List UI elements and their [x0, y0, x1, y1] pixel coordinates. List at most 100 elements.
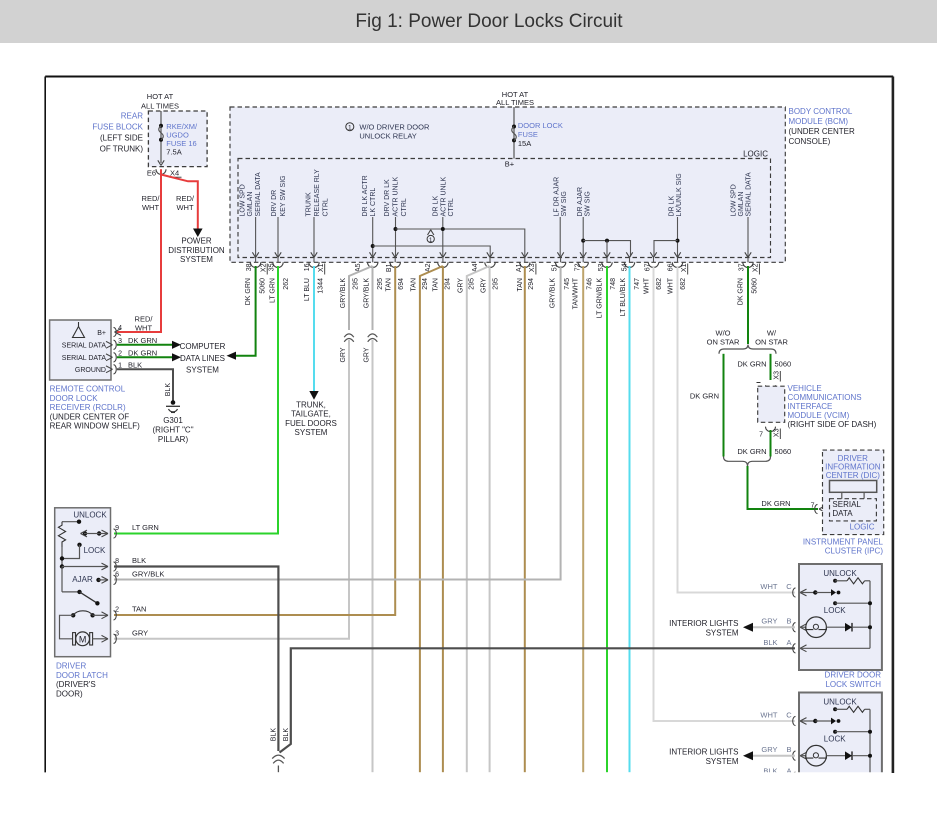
- svg-text:LT GRN: LT GRN: [132, 523, 159, 532]
- svg-text:DR LK: DR LK: [669, 196, 676, 217]
- svg-text:UNLOCK RELAY: UNLOCK RELAY: [359, 132, 416, 141]
- svg-text:FUEL DOORS: FUEL DOORS: [285, 419, 337, 428]
- svg-text:SYSTEM: SYSTEM: [186, 366, 219, 375]
- svg-text:LOCK: LOCK: [824, 606, 846, 615]
- svg-text:SERIAL DATA: SERIAL DATA: [62, 355, 107, 362]
- svg-text:DRIVER DOOR: DRIVER DOOR: [825, 671, 882, 680]
- svg-text:RED/: RED/: [176, 194, 195, 203]
- svg-text:LT GRN/BLK: LT GRN/BLK: [597, 278, 604, 319]
- svg-text:WHT: WHT: [644, 277, 651, 294]
- svg-text:B1: B1: [386, 263, 393, 272]
- svg-text:GRY: GRY: [481, 278, 488, 293]
- svg-text:2: 2: [118, 350, 122, 357]
- svg-text:(LEFT SIDE: (LEFT SIDE: [100, 134, 143, 143]
- svg-text:VEHICLE: VEHICLE: [788, 384, 822, 393]
- svg-text:GRY/BLK: GRY/BLK: [363, 278, 370, 309]
- svg-text:5060: 5060: [751, 278, 758, 294]
- svg-text:SYSTEM: SYSTEM: [295, 428, 328, 437]
- svg-text:M: M: [79, 634, 87, 644]
- svg-text:RED/: RED/: [142, 194, 161, 203]
- svg-text:RECEIVER (RCDLR): RECEIVER (RCDLR): [50, 403, 126, 412]
- svg-text:16: 16: [304, 263, 311, 271]
- svg-text:5060: 5060: [259, 278, 266, 294]
- svg-text:FUSE BLOCK: FUSE BLOCK: [92, 122, 143, 131]
- svg-text:DR LK ACTR: DR LK ACTR: [362, 175, 369, 216]
- svg-text:TRUNK,: TRUNK,: [296, 400, 326, 409]
- svg-text:7: 7: [811, 502, 815, 509]
- svg-text:LF DR AJAR: LF DR AJAR: [554, 177, 561, 217]
- svg-text:OF TRUNK): OF TRUNK): [100, 145, 144, 154]
- svg-text:E6: E6: [147, 168, 156, 177]
- svg-text:DK GRN: DK GRN: [738, 278, 745, 305]
- svg-text:LOCK: LOCK: [84, 546, 106, 555]
- svg-text:DK GRN: DK GRN: [690, 391, 719, 400]
- svg-text:SERIAL DATA: SERIAL DATA: [62, 343, 107, 350]
- svg-text:X3: X3: [529, 263, 536, 272]
- svg-text:DR AJAR: DR AJAR: [577, 187, 584, 217]
- svg-text:ACTR UNLK: ACTR UNLK: [393, 176, 400, 216]
- svg-text:294: 294: [422, 278, 429, 290]
- svg-text:TAN: TAN: [517, 278, 524, 291]
- svg-text:INTERIOR LIGHTS: INTERIOR LIGHTS: [669, 748, 738, 757]
- svg-text:DRV DR LK: DRV DR LK: [384, 179, 391, 217]
- svg-text:INSTRUMENT PANEL: INSTRUMENT PANEL: [803, 537, 884, 546]
- svg-text:TAN: TAN: [410, 278, 417, 291]
- svg-text:MODULE (BCM): MODULE (BCM): [789, 117, 849, 126]
- svg-text:WHT: WHT: [760, 711, 777, 720]
- svg-text:295: 295: [493, 278, 500, 290]
- svg-text:TRUNK: TRUNK: [305, 192, 312, 216]
- svg-text:WHT: WHT: [667, 277, 674, 294]
- svg-text:TAN: TAN: [132, 605, 146, 614]
- svg-text:SYSTEM: SYSTEM: [706, 628, 739, 637]
- svg-text:7: 7: [759, 432, 763, 439]
- svg-text:DOOR): DOOR): [56, 689, 83, 698]
- svg-text:GRY/BLK: GRY/BLK: [550, 278, 557, 309]
- svg-text:CENTER (DIC): CENTER (DIC): [826, 471, 881, 480]
- svg-text:35: 35: [269, 263, 276, 271]
- svg-text:TAN: TAN: [386, 278, 393, 291]
- svg-text:GRY: GRY: [363, 347, 370, 362]
- svg-text:746: 746: [586, 278, 593, 290]
- svg-text:WHT: WHT: [142, 203, 159, 212]
- svg-text:GMLAN: GMLAN: [738, 192, 745, 217]
- svg-text:WHT: WHT: [760, 582, 777, 591]
- svg-text:(RIGHT SIDE OF DASH): (RIGHT SIDE OF DASH): [788, 420, 877, 429]
- svg-text:UNLOCK: UNLOCK: [73, 511, 107, 520]
- svg-text:DR LK: DR LK: [433, 196, 440, 217]
- svg-text:TAN/WHT: TAN/WHT: [572, 277, 579, 309]
- svg-text:SERIAL DATA: SERIAL DATA: [255, 172, 262, 217]
- svg-text:DK GRN: DK GRN: [761, 499, 790, 508]
- svg-text:X4: X4: [170, 168, 179, 177]
- svg-text:ALL TIMES: ALL TIMES: [141, 102, 179, 111]
- svg-text:C: C: [786, 582, 792, 591]
- svg-text:BODY CONTROL: BODY CONTROL: [789, 107, 853, 116]
- svg-text:REAR WINDOW SHELF): REAR WINDOW SHELF): [50, 422, 141, 431]
- svg-text:682: 682: [656, 278, 663, 290]
- svg-text:W/O DRIVER DOOR: W/O DRIVER DOOR: [359, 122, 430, 131]
- svg-text:53: 53: [598, 263, 605, 271]
- svg-text:2: 2: [115, 607, 119, 614]
- svg-text:LT GRN: LT GRN: [270, 278, 277, 303]
- svg-text:(UNDER CENTER: (UNDER CENTER: [789, 127, 855, 136]
- svg-text:DOOR LOCK: DOOR LOCK: [50, 394, 99, 403]
- svg-text:72: 72: [574, 263, 581, 271]
- svg-text:67: 67: [644, 263, 651, 271]
- svg-text:KEY SW SIG: KEY SW SIG: [280, 175, 287, 216]
- svg-text:LOCK: LOCK: [824, 734, 846, 743]
- svg-text:PILLAR): PILLAR): [158, 435, 189, 444]
- svg-text:COMPUTER: COMPUTER: [180, 342, 226, 351]
- svg-text:B+: B+: [97, 330, 106, 337]
- svg-text:A: A: [786, 638, 791, 647]
- svg-text:SW SIG: SW SIG: [561, 191, 568, 216]
- svg-text:REAR: REAR: [121, 111, 143, 120]
- svg-text:1: 1: [348, 125, 352, 132]
- svg-text:X2: X2: [260, 263, 267, 272]
- svg-text:66: 66: [668, 263, 675, 271]
- svg-text:LT BLU: LT BLU: [304, 278, 311, 301]
- svg-text:ON STAR: ON STAR: [755, 337, 788, 346]
- svg-text:15A: 15A: [518, 139, 531, 148]
- svg-text:745: 745: [564, 278, 571, 290]
- svg-text:694: 694: [398, 278, 405, 290]
- svg-text:RELEASE RLY: RELEASE RLY: [314, 169, 321, 217]
- svg-text:SERIAL DATA: SERIAL DATA: [746, 172, 753, 217]
